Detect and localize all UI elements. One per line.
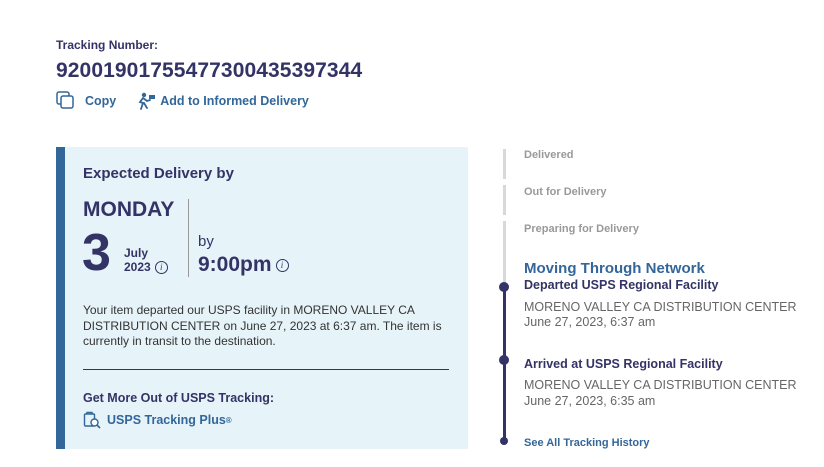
event-title: Departed USPS Regional Facility [524, 278, 719, 292]
event-date: June 27, 2023, 6:37 am [524, 315, 656, 329]
timeline-segment-pending [503, 149, 506, 179]
usps-tracking-plus-link[interactable]: USPS Tracking Plus ® [83, 411, 232, 429]
delivery-time: 9:00pm i [198, 253, 289, 277]
delivery-year-text: 2023 [124, 260, 151, 274]
card-accent-bar [56, 147, 65, 449]
copy-label: Copy [85, 93, 117, 108]
tracking-actions: Copy Add to Informed Delivery [56, 91, 309, 110]
delivery-year: 2023 i [124, 260, 168, 274]
informed-delivery-label: Add to Informed Delivery [160, 93, 309, 108]
registered-mark: ® [225, 415, 232, 425]
timeline-step-delivered: Delivered [524, 149, 574, 161]
card-divider [83, 369, 449, 370]
timeline-dot [500, 437, 508, 445]
event-location: MORENO VALLEY CA DISTRIBUTION CENTER [524, 378, 797, 392]
tracking-number-label: Tracking Number: [56, 38, 159, 52]
info-icon[interactable]: i [275, 258, 289, 272]
copy-button[interactable]: Copy [56, 91, 116, 110]
delivery-time-text: 9:00pm [198, 253, 272, 276]
expected-delivery-title: Expected Delivery by [83, 165, 234, 182]
delivery-description: Your item departed our USPS facility in … [83, 303, 442, 348]
copy-icon [56, 91, 74, 109]
get-more-title: Get More Out of USPS Tracking: [83, 391, 274, 405]
delivery-day: MONDAY [83, 198, 175, 221]
timeline-step-out-for-delivery: Out for Delivery [524, 186, 607, 198]
timeline-segment-pending [503, 221, 506, 283]
informed-delivery-icon [138, 92, 156, 110]
tracking-plus-icon [83, 411, 101, 429]
delivery-date-number: 3 [82, 224, 111, 282]
add-to-informed-delivery-button[interactable]: Add to Informed Delivery [136, 92, 309, 110]
info-icon[interactable]: i [154, 260, 168, 274]
see-all-tracking-history-link[interactable]: See All Tracking History [524, 437, 650, 449]
tracking-plus-label: USPS Tracking Plus [107, 413, 226, 427]
current-status-heading: Moving Through Network [524, 260, 705, 277]
tracking-number: 9200190175547730043539734​4 [56, 59, 363, 82]
delivery-month: July [124, 246, 149, 260]
timeline-dot [499, 355, 509, 365]
event-location: MORENO VALLEY CA DISTRIBUTION CENTER [524, 300, 797, 314]
timeline-dot [499, 282, 509, 292]
event-date: June 27, 2023, 6:35 am [524, 394, 656, 408]
date-divider [188, 199, 189, 277]
expected-delivery-card: Expected Delivery by MONDAY 3 July 2023 … [56, 147, 468, 449]
event-title: Arrived at USPS Regional Facility [524, 357, 723, 371]
delivery-by-label: by [198, 233, 214, 250]
timeline-step-preparing: Preparing for Delivery [524, 223, 639, 235]
timeline-segment-pending [503, 185, 506, 215]
